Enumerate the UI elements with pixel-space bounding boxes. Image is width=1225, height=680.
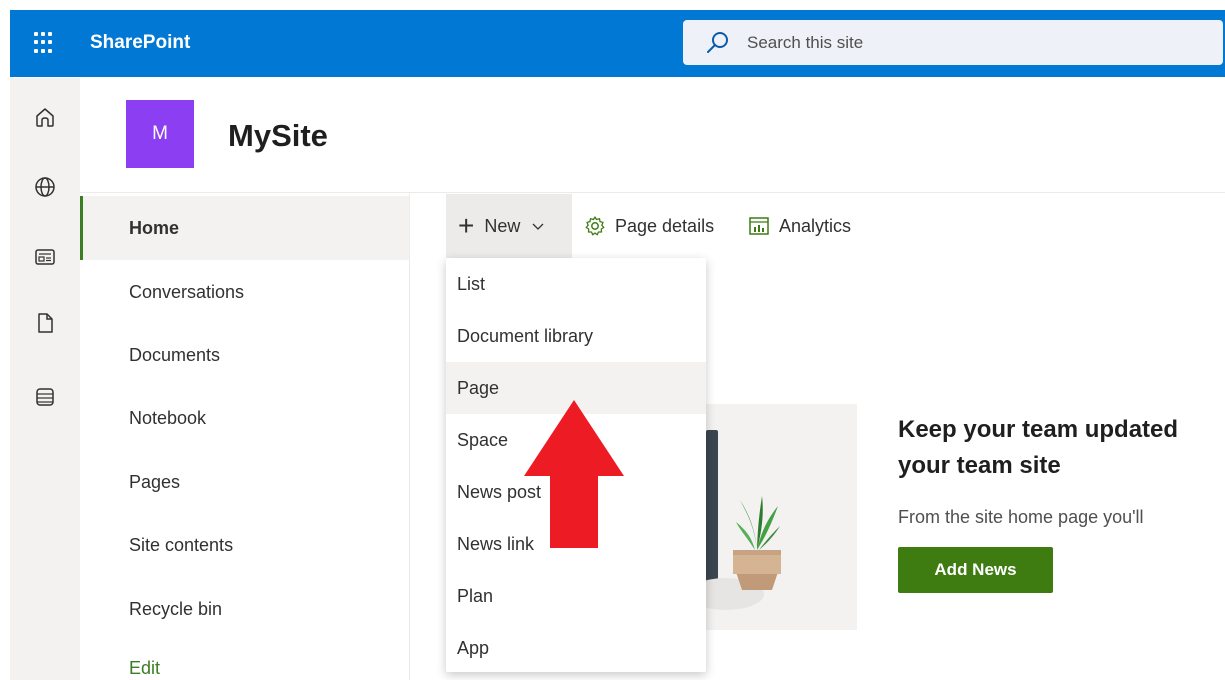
nav-item-documents[interactable]: Documents xyxy=(80,323,409,387)
news-title-line-2: your team site xyxy=(898,452,1061,479)
site-navigation: Home Conversations Documents Notebook Pa… xyxy=(80,193,410,680)
nav-edit-link[interactable]: Edit xyxy=(80,640,409,680)
globe-icon[interactable] xyxy=(32,174,58,200)
new-button[interactable]: + New xyxy=(446,194,572,258)
nav-item-site-contents[interactable]: Site contents xyxy=(80,513,409,577)
menu-item-document-library[interactable]: Document library xyxy=(446,310,706,362)
analytics-button[interactable]: Analytics xyxy=(748,194,851,258)
nav-item-home[interactable]: Home xyxy=(80,196,409,260)
news-title: Keep your team updated your team site xyxy=(898,412,1225,484)
search-box[interactable]: Search this site xyxy=(683,20,1223,65)
page-details-button[interactable]: Page details xyxy=(584,194,714,258)
lists-icon[interactable] xyxy=(32,384,58,410)
document-icon[interactable] xyxy=(32,310,58,336)
plant-illustration xyxy=(688,430,781,610)
app-launcher-icon[interactable] xyxy=(34,32,56,54)
site-title[interactable]: MySite xyxy=(228,118,328,154)
add-news-button[interactable]: Add News xyxy=(898,547,1053,593)
menu-item-plan[interactable]: Plan xyxy=(446,570,706,622)
red-arrow-annotation xyxy=(524,400,624,548)
suite-header: SharePoint Search this site xyxy=(0,0,1225,78)
search-input[interactable]: Search this site xyxy=(747,33,863,53)
nav-item-pages[interactable]: Pages xyxy=(80,450,409,514)
home-icon[interactable] xyxy=(32,104,58,130)
site-logo[interactable]: M xyxy=(126,100,194,168)
gear-icon xyxy=(585,216,605,236)
app-rail xyxy=(10,78,80,680)
new-button-label: New xyxy=(484,215,521,236)
chevron-down-icon xyxy=(532,223,544,230)
menu-item-app[interactable]: App xyxy=(446,622,706,674)
news-description: From the site home page you'll xyxy=(898,507,1144,527)
analytics-icon xyxy=(749,217,769,235)
news-title-line-1: Keep your team updated xyxy=(898,416,1179,443)
plus-icon: + xyxy=(458,210,475,241)
nav-item-notebook[interactable]: Notebook xyxy=(80,386,409,450)
suite-bar: SharePoint Search this site xyxy=(10,10,1225,77)
menu-item-list[interactable]: List xyxy=(446,258,706,310)
news-illustration xyxy=(688,404,857,630)
news-feed-icon[interactable] xyxy=(32,244,58,270)
search-icon xyxy=(707,32,728,53)
nav-item-recycle-bin[interactable]: Recycle bin xyxy=(80,577,409,641)
page-details-label: Page details xyxy=(615,215,715,236)
app-title[interactable]: SharePoint xyxy=(90,32,190,54)
analytics-label: Analytics xyxy=(779,215,852,236)
nav-item-conversations[interactable]: Conversations xyxy=(80,260,409,324)
